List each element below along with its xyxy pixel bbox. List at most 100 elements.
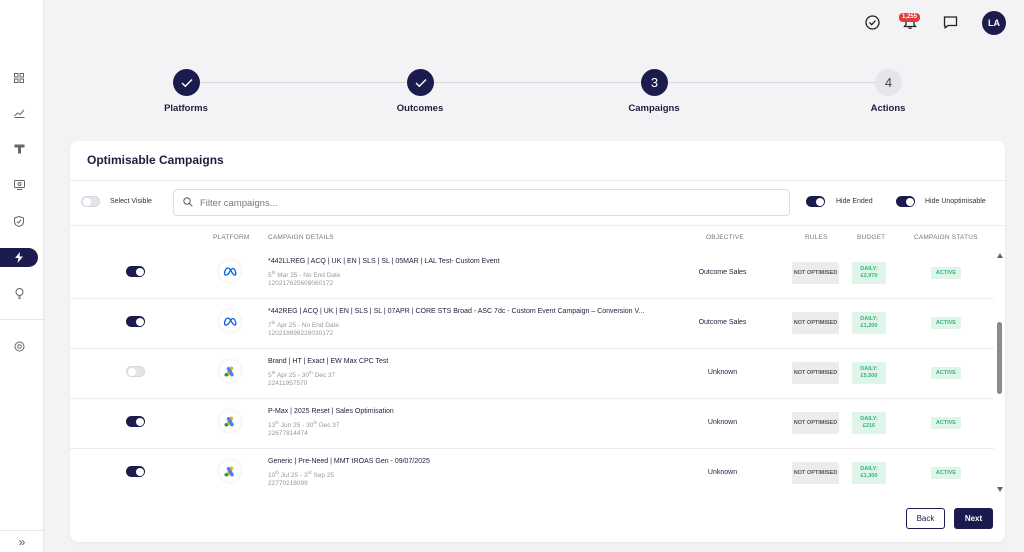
step-outcomes-circle[interactable] bbox=[407, 69, 434, 96]
campaign-id: 22677814474 bbox=[268, 430, 308, 437]
budget-badge: DAILY: £1,200 bbox=[852, 312, 886, 334]
column-header-objective[interactable]: OBJECTIVE bbox=[706, 234, 744, 241]
table-scrollbar[interactable] bbox=[995, 249, 1005, 496]
campaign-id: 22411957570 bbox=[268, 380, 308, 387]
campaigns-table-body: *442LLREG | ACQ | UK | EN | SLS | SL | 0… bbox=[70, 249, 994, 496]
campaign-id: 120217625609060172 bbox=[268, 280, 334, 287]
table-row[interactable]: Generic | Pre-Need | MMT tROAS Gen - 09/… bbox=[70, 449, 994, 496]
table-row[interactable]: Brand | HT | Exact | EW Max CPC Test 5th… bbox=[70, 349, 994, 399]
next-button[interactable]: Next bbox=[954, 508, 993, 529]
filter-campaigns-box bbox=[173, 189, 790, 216]
step-actions-circle[interactable]: 4 bbox=[875, 69, 902, 96]
campaign-name: Generic | Pre-Need | MMT tROAS Gen - 09/… bbox=[268, 458, 430, 465]
google-ads-logo-icon bbox=[219, 360, 241, 382]
step-outcomes-label: Outcomes bbox=[396, 103, 444, 114]
budget-badge: DAILY: £5,500 bbox=[852, 362, 886, 384]
table-row[interactable]: P-Max | 2025 Reset | Sales Optimisation … bbox=[70, 399, 994, 449]
settings-gear-icon[interactable] bbox=[10, 337, 28, 355]
select-visible-toggle[interactable] bbox=[81, 196, 100, 207]
hide-unoptimisable-toggle[interactable] bbox=[896, 196, 915, 207]
budget-badge: DAILY: £1,300 bbox=[852, 462, 886, 484]
status-badge: ACTIVE bbox=[931, 267, 961, 279]
column-header-rules[interactable]: RULES bbox=[805, 234, 828, 241]
column-header-platform[interactable]: PLATFORM bbox=[213, 234, 250, 241]
rules-badge: NOT OPTIMISED bbox=[792, 262, 839, 284]
rules-badge: NOT OPTIMISED bbox=[792, 462, 839, 484]
sidebar: » bbox=[0, 0, 44, 552]
column-header-campaign-details[interactable]: CAMPAIGN DETAILS bbox=[268, 234, 334, 241]
hide-ended-toggle[interactable] bbox=[806, 196, 825, 207]
campaign-dates: 7th Apr 25 - No End Date bbox=[268, 320, 339, 330]
rules-badge: NOT OPTIMISED bbox=[792, 362, 839, 384]
user-avatar[interactable]: LA bbox=[982, 11, 1006, 35]
step-actions-label: Actions bbox=[870, 103, 906, 114]
campaign-name: *442REG | ACQ | UK | EN | SLS | SL | 07A… bbox=[268, 308, 645, 315]
budget-badge: DAILY: £216 bbox=[852, 412, 886, 434]
sidebar-divider bbox=[0, 319, 44, 320]
step-platforms-label: Platforms bbox=[164, 103, 208, 114]
campaign-select-toggle[interactable] bbox=[126, 366, 145, 377]
table-row[interactable]: *442LLREG | ACQ | UK | EN | SLS | SL | 0… bbox=[70, 249, 994, 299]
dashboard-grid-icon[interactable] bbox=[10, 69, 28, 87]
table-row[interactable]: *442REG | ACQ | UK | EN | SLS | SL | 07A… bbox=[70, 299, 994, 349]
card-title: Optimisable Campaigns bbox=[87, 153, 224, 167]
search-icon bbox=[183, 197, 193, 207]
step-campaigns-circle[interactable]: 3 bbox=[641, 69, 668, 96]
check-icon bbox=[415, 78, 426, 87]
campaign-name: Brand | HT | Exact | EW Max CPC Test bbox=[268, 358, 389, 365]
rules-badge: NOT OPTIMISED bbox=[792, 412, 839, 434]
notification-count-badge: 1,255 bbox=[899, 13, 921, 22]
card-divider bbox=[70, 180, 1005, 181]
stepper-connector bbox=[200, 82, 407, 83]
messages-chat-icon[interactable] bbox=[940, 12, 960, 32]
budget-badge: DAILY: £2,970 bbox=[852, 262, 886, 284]
campaign-objective: Unknown bbox=[707, 469, 738, 476]
hide-unoptimisable-label: Hide Unoptimisable bbox=[925, 198, 986, 205]
scroll-down-arrow-icon[interactable] bbox=[997, 487, 1003, 492]
campaign-objective: Unknown bbox=[707, 419, 738, 426]
status-badge: ACTIVE bbox=[931, 467, 961, 479]
campaigns-icon[interactable] bbox=[10, 140, 28, 158]
campaign-dates: 5th Mar 25 - No End Date bbox=[268, 270, 341, 280]
campaign-dates: 13th Jun 25 - 30th Dec 37 bbox=[268, 420, 340, 430]
hide-ended-label: Hide Ended bbox=[836, 198, 873, 205]
status-badge: ACTIVE bbox=[931, 367, 961, 379]
lightbulb-icon[interactable] bbox=[10, 284, 28, 302]
column-header-campaign-status[interactable]: CAMPAIGN STATUS bbox=[914, 234, 978, 241]
tasks-check-icon[interactable] bbox=[862, 12, 882, 32]
meta-logo-icon bbox=[219, 260, 241, 282]
optimise-lightning-icon[interactable] bbox=[0, 248, 38, 267]
rules-badge: NOT OPTIMISED bbox=[792, 312, 839, 334]
campaign-select-toggle[interactable] bbox=[126, 266, 145, 277]
step-campaigns-label: Campaigns bbox=[628, 103, 680, 114]
back-button[interactable]: Back bbox=[906, 508, 945, 529]
campaign-id: 22770218099 bbox=[268, 480, 308, 487]
scroll-up-arrow-icon[interactable] bbox=[997, 253, 1003, 258]
campaign-select-toggle[interactable] bbox=[126, 466, 145, 477]
analytics-chart-icon[interactable] bbox=[10, 104, 28, 122]
campaign-objective: Outcome Sales bbox=[698, 269, 747, 276]
status-badge: ACTIVE bbox=[931, 417, 961, 429]
filter-campaigns-input[interactable] bbox=[200, 195, 780, 211]
status-badge: ACTIVE bbox=[931, 317, 961, 329]
step-platforms-circle[interactable] bbox=[173, 69, 200, 96]
check-icon bbox=[181, 78, 192, 87]
google-ads-logo-icon bbox=[219, 460, 241, 482]
campaign-select-toggle[interactable] bbox=[126, 416, 145, 427]
campaign-objective: Unknown bbox=[707, 369, 738, 376]
campaign-objective: Outcome Sales bbox=[698, 319, 747, 326]
google-ads-logo-icon bbox=[219, 410, 241, 432]
table-header: PLATFORM CAMPAIGN DETAILS OBJECTIVE RULE… bbox=[70, 225, 1005, 249]
scrollbar-thumb[interactable] bbox=[997, 322, 1002, 394]
optimisable-campaigns-card: Optimisable Campaigns Select Visible Hid… bbox=[70, 141, 1005, 542]
campaign-name: *442LLREG | ACQ | UK | EN | SLS | SL | 0… bbox=[268, 258, 500, 265]
stepper-connector bbox=[434, 82, 641, 83]
column-header-budget[interactable]: BUDGET bbox=[857, 234, 885, 241]
campaign-dates: 5th Apr 25 - 30th Dec 37 bbox=[268, 370, 336, 380]
reports-icon[interactable] bbox=[10, 176, 28, 194]
campaign-dates: 10th Jul 25 - 3rd Sep 25 bbox=[268, 470, 334, 480]
shield-icon[interactable] bbox=[10, 212, 28, 230]
expand-sidebar-button[interactable]: » bbox=[0, 530, 44, 552]
campaign-select-toggle[interactable] bbox=[126, 316, 145, 327]
stepper-connector bbox=[668, 82, 875, 83]
